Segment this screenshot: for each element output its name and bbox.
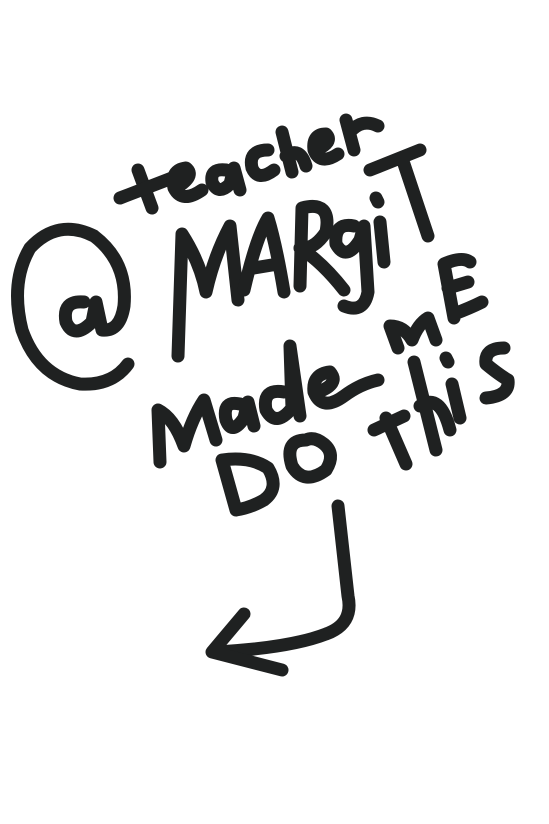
teacher-h xyxy=(275,125,313,179)
this-t xyxy=(367,409,413,471)
margit-A xyxy=(237,211,291,299)
do-O xyxy=(283,432,337,484)
do-D xyxy=(215,452,280,517)
this-i xyxy=(445,377,467,425)
made-e xyxy=(307,365,385,410)
at-sign-stroke xyxy=(11,222,135,391)
at-sign xyxy=(11,222,135,391)
made-d xyxy=(258,339,307,425)
ink-group xyxy=(11,113,515,677)
this-s xyxy=(479,341,515,405)
margit-i xyxy=(373,215,391,269)
this-h xyxy=(407,355,457,457)
word-teacher xyxy=(113,113,385,215)
curved-arrow-left-icon xyxy=(205,499,356,677)
word-do-this xyxy=(215,341,515,517)
drawing-canvas: teacher @MARgit Made Me Do this xyxy=(0,0,549,824)
margit-i-dot xyxy=(369,191,385,209)
teacher-c xyxy=(244,143,281,182)
teacher-e2 xyxy=(307,127,345,166)
margit-M xyxy=(171,219,245,363)
teacher-e xyxy=(166,161,209,203)
margit-g xyxy=(329,218,375,315)
this-i-dot xyxy=(439,351,455,369)
teacher-a xyxy=(205,161,247,197)
made-M xyxy=(151,393,223,469)
me-M xyxy=(383,311,443,355)
teacher-r xyxy=(339,113,385,157)
me-E xyxy=(437,252,489,325)
made-a xyxy=(218,395,261,434)
handwritten-drawing xyxy=(11,113,515,677)
